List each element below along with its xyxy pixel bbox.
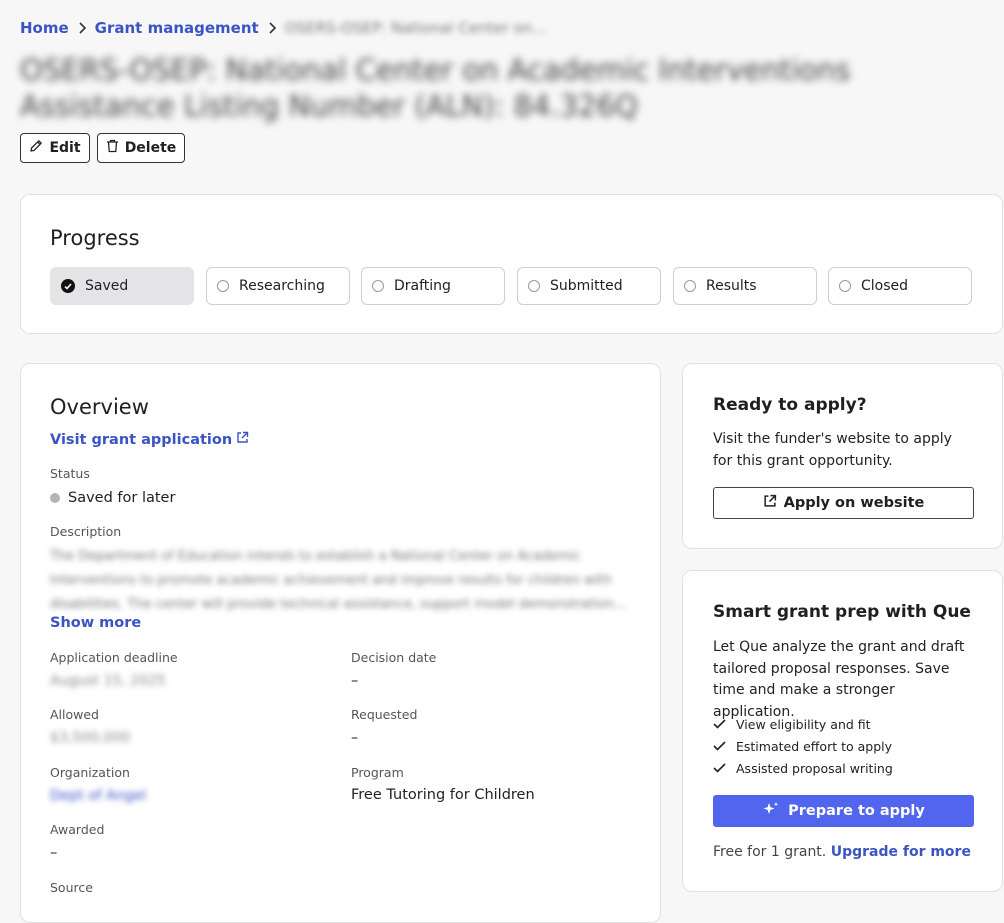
progress-step-results[interactable]: Results [673,267,817,305]
progress-step-label: Closed [861,278,909,294]
external-link-icon [236,431,249,448]
prepare-to-apply-label: Prepare to apply [788,803,925,819]
radio-icon [684,280,696,292]
allowed-value: $3,500,000 [50,730,131,746]
progress-step-label: Researching [239,278,325,294]
progress-step-drafting[interactable]: Drafting [361,267,505,305]
description-label: Description [50,524,122,539]
progress-step-closed[interactable]: Closed [828,267,972,305]
chevron-right-icon [259,22,285,34]
description-text: The Department of Education intends to e… [50,549,627,612]
apply-on-website-label: Apply on website [783,495,925,511]
radio-icon [217,280,229,292]
organization-link[interactable]: Dept of Angel [50,788,146,804]
radio-icon [839,280,851,292]
program-label: Program [351,765,404,780]
radio-icon [372,280,384,292]
deadline-value: August 15, 2025 [50,673,166,689]
breadcrumb-home-link[interactable]: Home [20,19,69,37]
radio-icon [528,280,540,292]
status-value: Saved for later [68,490,176,506]
awarded-value: – [50,845,58,861]
show-more-link[interactable]: Show more [50,615,141,631]
pencil-icon [29,139,43,157]
page-title: OSERS-OSEP: National Center on Academic … [20,53,851,123]
decision-date-value: – [351,673,359,689]
deadline-label: Application deadline [50,650,178,665]
visit-grant-application-link[interactable]: Visit grant application [50,431,249,448]
program-value: Free Tutoring for Children [351,787,535,803]
apply-on-website-button[interactable]: Apply on website [713,487,974,519]
progress-step-submitted[interactable]: Submitted [517,267,661,305]
requested-label: Requested [351,707,418,722]
progress-step-researching[interactable]: Researching [206,267,350,305]
progress-card: Progress Saved Researching Drafting Subm… [20,194,1003,334]
progress-step-label: Drafting [394,278,451,294]
edit-button-label: Edit [49,140,81,156]
status-badge: Saved for later [50,490,175,506]
external-link-icon [763,494,777,512]
allowed-label: Allowed [50,707,99,722]
breadcrumb-current: OSERS-OSEP: National Center on... [284,19,547,37]
breadcrumb: Home Grant management OSERS-OSEP: Nation… [20,18,546,38]
chevron-right-icon [69,22,95,34]
trash-icon [106,139,119,157]
progress-step-saved[interactable]: Saved [50,267,194,305]
apply-card: Ready to apply? Visit the funder's websi… [682,363,1003,549]
upgrade-link[interactable]: Upgrade for more [831,844,971,860]
breadcrumb-grant-management-link[interactable]: Grant management [95,19,259,37]
delete-button-label: Delete [124,140,177,156]
check-icon [713,717,726,732]
requested-value: – [351,730,359,746]
status-dot-icon [50,493,60,503]
visit-grant-application-label: Visit grant application [50,431,233,448]
que-footer: Free for 1 grant. Upgrade for more [713,844,971,860]
source-label: Source [50,880,93,895]
que-check-item: Assisted proposal writing [713,761,893,776]
que-card-title: Smart grant prep with Que [713,602,971,622]
progress-step-label: Results [706,278,757,294]
status-label: Status [50,466,90,481]
sparkle-icon [762,801,780,821]
check-icon [713,761,726,776]
overview-title: Overview [50,395,149,419]
check-circle-icon [61,279,75,293]
progress-step-label: Submitted [550,278,623,294]
que-card-text: Let Que analyze the grant and draft tail… [713,639,965,720]
progress-title: Progress [50,226,140,250]
que-footer-text: Free for 1 grant. [713,844,831,860]
progress-step-label: Saved [85,278,129,294]
organization-label: Organization [50,765,130,780]
que-check-item: View eligibility and fit [713,717,871,732]
delete-button[interactable]: Delete [97,133,185,163]
que-check-label: View eligibility and fit [736,717,871,732]
apply-card-text: Visit the funder's website to apply for … [713,431,952,469]
apply-card-title: Ready to apply? [713,395,867,415]
prepare-to-apply-button[interactable]: Prepare to apply [713,795,974,827]
edit-button[interactable]: Edit [20,133,90,163]
que-card: Smart grant prep with Que Let Que analyz… [682,570,1003,892]
decision-date-label: Decision date [351,650,437,665]
awarded-label: Awarded [50,822,105,837]
overview-card: Overview Visit grant application Status … [20,363,661,923]
check-icon [713,739,726,754]
que-check-item: Estimated effort to apply [713,739,892,754]
que-check-label: Assisted proposal writing [736,761,893,776]
que-check-label: Estimated effort to apply [736,739,893,754]
